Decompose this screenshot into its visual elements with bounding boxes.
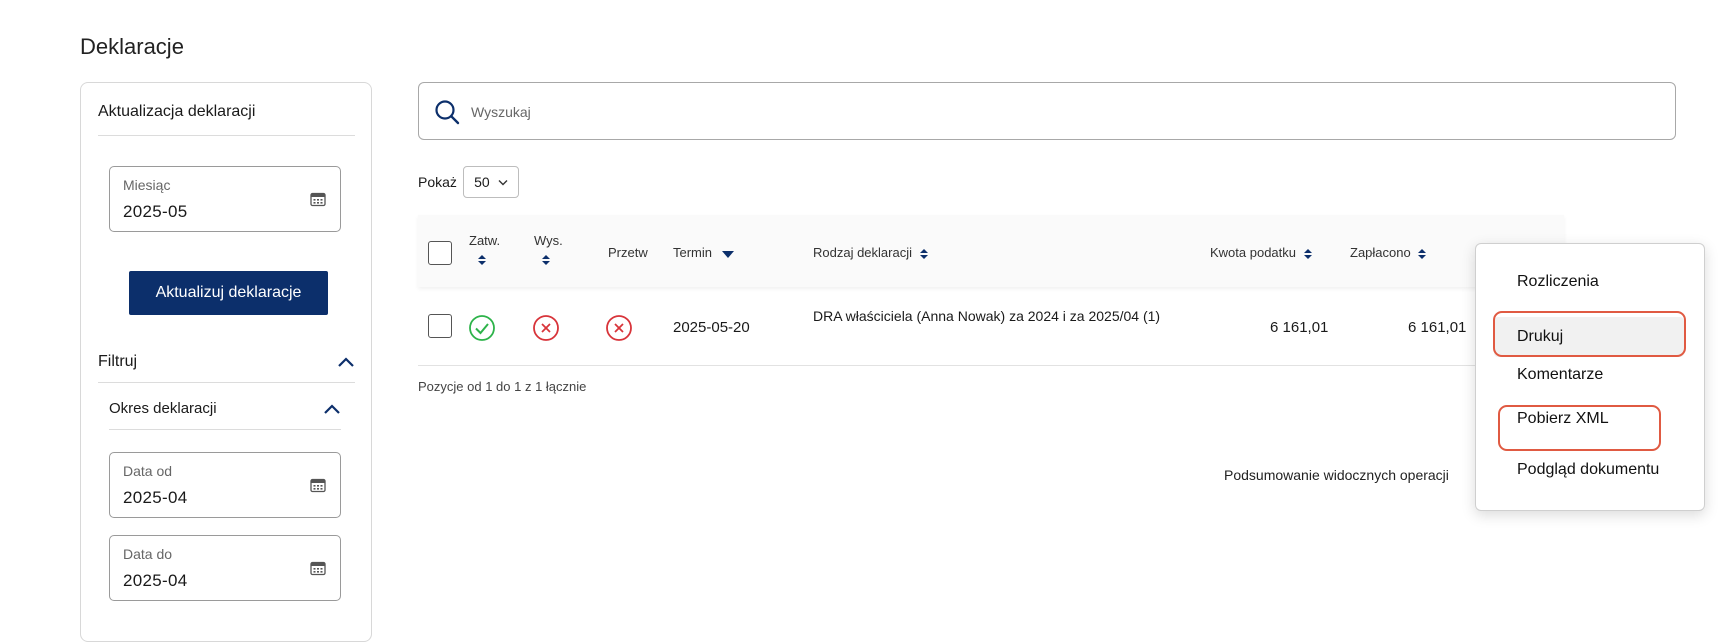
due-date-cell: 2025-05-20 — [673, 319, 750, 336]
period-section-toggle[interactable]: Okres deklaracji — [109, 388, 341, 430]
month-field[interactable]: Miesiąc 2025-05 — [109, 166, 341, 232]
search-input[interactable] — [469, 99, 1649, 125]
chevron-down-icon — [498, 179, 508, 185]
visible-operations-summary: Podsumowanie widocznych operacji — [1224, 467, 1449, 483]
date-from-value: 2025-04 — [123, 488, 188, 507]
table-header: Zatw. Wys. Przetw Termin Rodzaj deklarac… — [418, 215, 1564, 287]
page-size-control: Pokaż 50 — [418, 166, 519, 198]
update-declarations-button[interactable]: Aktualizuj deklaracje — [129, 271, 328, 315]
check-circle-icon — [469, 315, 495, 341]
page-size-select[interactable]: 50 — [462, 166, 519, 198]
table-row[interactable]: 2025-05-20 DRA właściciela (Anna Nowak) … — [418, 290, 1564, 366]
search-box[interactable] — [418, 82, 1676, 140]
date-to-value: 2025-04 — [123, 571, 188, 590]
page-size-value: 50 — [474, 174, 490, 190]
sort-icon — [919, 248, 928, 259]
date-to-label: Data do — [123, 546, 173, 562]
actions-dropdown-menu: Rozliczenia Drukuj Komentarze Pobierz XM… — [1475, 243, 1705, 511]
sort-icon — [1303, 248, 1312, 259]
pagination-info: Pozycje od 1 do 1 z 1 łącznie — [418, 379, 587, 394]
date-to-field[interactable]: Data do 2025-04 — [109, 535, 341, 601]
column-paid[interactable]: Zapłacono — [1350, 245, 1427, 260]
download-xml-highlight-frame — [1498, 405, 1661, 451]
column-tax-amount[interactable]: Kwota podatku — [1210, 245, 1312, 260]
month-field-label: Miesiąc — [123, 177, 171, 193]
calendar-icon[interactable] — [310, 560, 326, 576]
row-checkbox[interactable] — [428, 314, 452, 338]
sort-icon — [542, 254, 550, 265]
calendar-icon[interactable] — [310, 191, 326, 207]
column-type-label: Rodzaj deklaracji — [813, 245, 912, 260]
column-sent[interactable]: Wys. — [534, 233, 563, 265]
sidebar-header: Aktualizacja deklaracji — [98, 103, 355, 136]
menu-item-settlements[interactable]: Rozliczenia — [1517, 273, 1599, 291]
column-type[interactable]: Rodzaj deklaracji — [813, 245, 928, 260]
error-circle-icon — [606, 315, 632, 341]
page-size-label: Pokaż — [418, 174, 457, 190]
period-section-title: Okres deklaracji — [109, 400, 217, 417]
filter-section-toggle[interactable]: Filtruj — [98, 341, 355, 383]
column-paid-label: Zapłacono — [1350, 245, 1411, 260]
column-due-label: Termin — [673, 245, 713, 260]
error-circle-icon — [533, 315, 559, 341]
chevron-up-icon[interactable] — [323, 403, 341, 415]
print-highlight-frame — [1493, 311, 1686, 357]
menu-item-comments[interactable]: Komentarze — [1517, 366, 1603, 384]
search-icon — [435, 100, 460, 125]
column-processed: Przetw — [608, 245, 648, 260]
paid-cell: 6 161,01 — [1408, 319, 1467, 336]
filter-section-title: Filtruj — [98, 352, 138, 370]
declaration-type-cell[interactable]: DRA właściciela (Anna Nowak) za 2024 i z… — [813, 308, 1198, 325]
column-approved-label: Zatw. — [469, 233, 501, 248]
sort-desc-icon — [721, 250, 734, 258]
select-all-checkbox[interactable] — [428, 241, 452, 265]
tax-amount-cell: 6 161,01 — [1270, 319, 1329, 336]
date-from-label: Data od — [123, 463, 173, 479]
sidebar-panel: Aktualizacja deklaracji Miesiąc 2025-05 … — [80, 82, 372, 642]
sort-icon — [478, 254, 486, 265]
date-from-field[interactable]: Data od 2025-04 — [109, 452, 341, 518]
month-field-value: 2025-05 — [123, 202, 188, 221]
page-title: Deklaracje — [80, 34, 184, 59]
column-approved[interactable]: Zatw. — [469, 233, 501, 265]
column-tax-amount-label: Kwota podatku — [1210, 245, 1297, 260]
menu-item-document-preview[interactable]: Podgląd dokumentu — [1517, 461, 1659, 479]
chevron-up-icon[interactable] — [337, 356, 355, 368]
column-sent-label: Wys. — [534, 233, 563, 248]
calendar-icon[interactable] — [310, 477, 326, 493]
column-due[interactable]: Termin — [673, 245, 734, 260]
sort-icon — [1418, 248, 1427, 259]
